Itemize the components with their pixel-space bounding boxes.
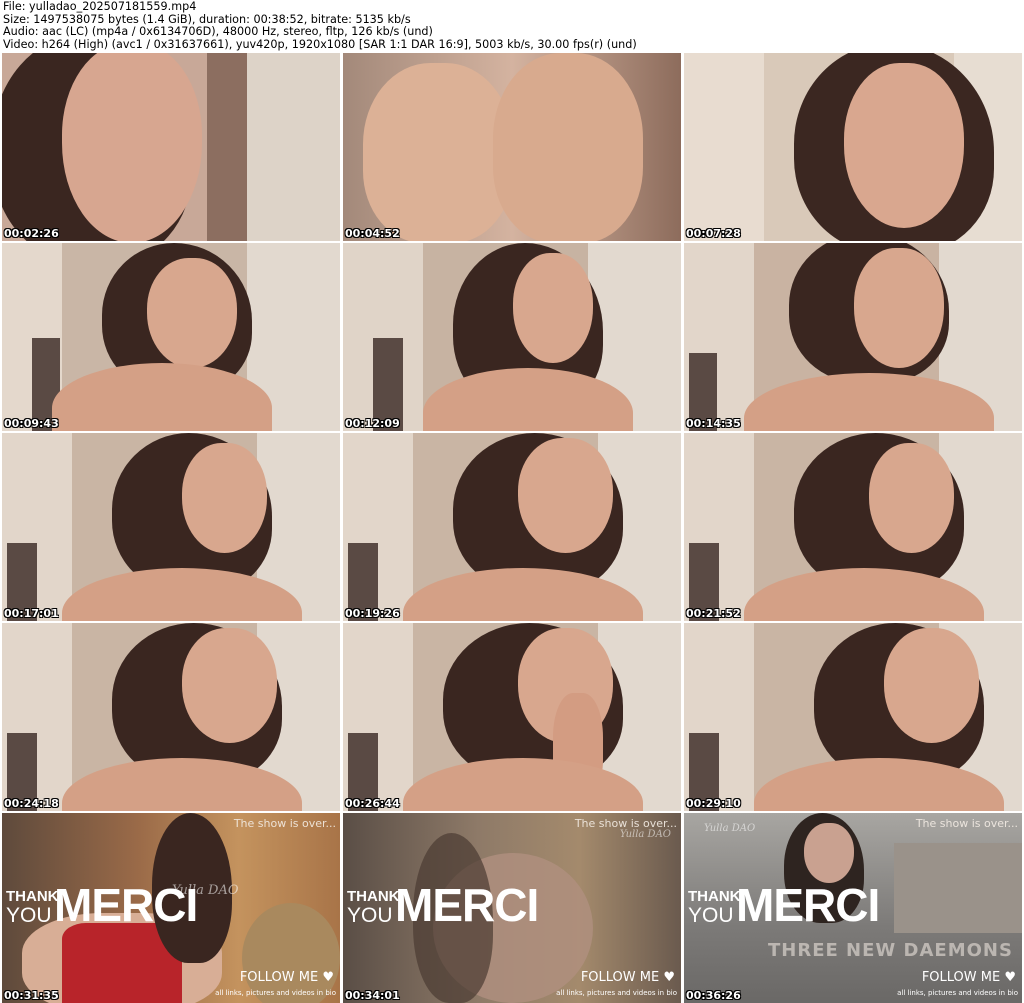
merci-text: MERCI xyxy=(54,879,198,931)
follow-me-text: FOLLOW ME ♥ xyxy=(921,970,1016,985)
timestamp: 00:07:28 xyxy=(686,227,741,240)
thumbnail[interactable]: 00:07:28 xyxy=(684,53,1022,241)
timestamp: 00:04:52 xyxy=(345,227,400,240)
links-in-bio-text: all links, pictures and videos in bio xyxy=(897,989,1018,997)
thumbnail[interactable]: 00:17:01 xyxy=(2,433,340,621)
you-text: YOU xyxy=(688,904,734,927)
timestamp: 00:31:35 xyxy=(4,989,59,1002)
thumbnail[interactable]: 00:21:52 xyxy=(684,433,1022,621)
timestamp: 00:14:35 xyxy=(686,417,741,430)
you-text: YOU xyxy=(6,904,52,927)
three-new-daemons-text: THREE NEW DAEMONS xyxy=(768,940,1013,961)
thank-text: THANK xyxy=(688,888,741,905)
timestamp: 00:12:09 xyxy=(345,417,400,430)
timestamp: 00:02:26 xyxy=(4,227,59,240)
follow-me-text: FOLLOW ME ♥ xyxy=(239,970,334,985)
show-over-text: The show is over... xyxy=(915,817,1018,830)
video-info-line: Video: h264 (High) (avc1 / 0x31637661), … xyxy=(3,37,637,51)
watermark-logo: Yulla DAO xyxy=(704,823,756,834)
file-info-header: File: yulladao_202507181559.mp4 Size: 14… xyxy=(3,0,1021,51)
links-in-bio-text: all links, pictures and videos in bio xyxy=(556,989,677,997)
thumbnail[interactable]: 00:19:26 xyxy=(343,433,681,621)
thumbnail[interactable]: 00:12:09 xyxy=(343,243,681,431)
thumbnail[interactable]: 00:04:52 xyxy=(343,53,681,241)
thumbnail[interactable]: 00:29:10 xyxy=(684,623,1022,811)
links-in-bio-text: all links, pictures and videos in bio xyxy=(215,989,336,997)
timestamp: 00:29:10 xyxy=(686,797,741,810)
you-text: YOU xyxy=(347,904,393,927)
show-over-text: The show is over... xyxy=(233,817,336,830)
follow-me-text: FOLLOW ME ♥ xyxy=(580,970,675,985)
thumbnail[interactable]: 00:09:43 xyxy=(2,243,340,431)
thumbnail[interactable]: 00:02:26 xyxy=(2,53,340,241)
thank-text: THANK xyxy=(347,888,400,905)
file-name-line: File: yulladao_202507181559.mp4 xyxy=(3,0,197,13)
thumbnail[interactable]: The show is over... Yulla DAO THANK YOU … xyxy=(684,813,1022,1003)
merci-text: MERCI xyxy=(736,879,880,931)
timestamp: 00:26:44 xyxy=(345,797,400,810)
thumbnail-grid: 00:02:26 00:04:52 00:07:28 00:09:43 00:1… xyxy=(2,53,1022,1003)
timestamp: 00:34:01 xyxy=(345,989,400,1002)
audio-info-line: Audio: aac (LC) (mp4a / 0x6134706D), 480… xyxy=(3,25,433,39)
thumbnail[interactable]: 00:26:44 xyxy=(343,623,681,811)
timestamp: 00:36:26 xyxy=(686,989,741,1002)
thumbnail[interactable]: The show is over... Yulla DAO THANK YOU … xyxy=(2,813,340,1003)
timestamp: 00:17:01 xyxy=(4,607,59,620)
timestamp: 00:09:43 xyxy=(4,417,59,430)
timestamp: 00:19:26 xyxy=(345,607,400,620)
merci-text: MERCI xyxy=(395,879,539,931)
watermark-logo: Yulla DAO xyxy=(619,829,671,840)
thumbnail[interactable]: The show is over... Yulla DAO THANK YOU … xyxy=(343,813,681,1003)
thank-text: THANK xyxy=(6,888,59,905)
timestamp: 00:21:52 xyxy=(686,607,741,620)
timestamp: 00:24:18 xyxy=(4,797,59,810)
thumbnail[interactable]: 00:24:18 xyxy=(2,623,340,811)
thumbnail[interactable]: 00:14:35 xyxy=(684,243,1022,431)
